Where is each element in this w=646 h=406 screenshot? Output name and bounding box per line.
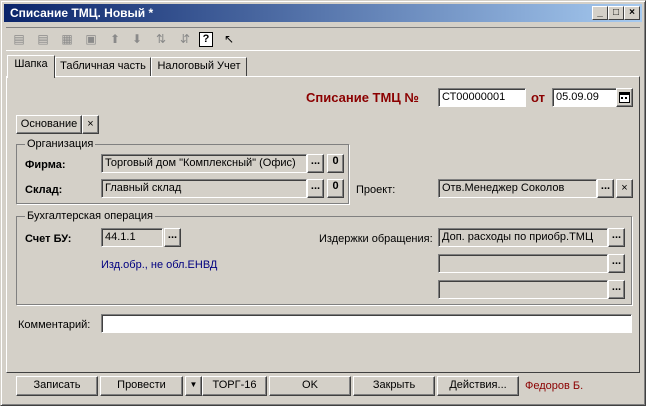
window-title: Списание ТМЦ. Новый * — [10, 6, 154, 20]
account-field[interactable]: 44.1.1 — [101, 228, 163, 247]
accounting-group-label: Бухгалтерская операция — [25, 209, 155, 223]
post-button[interactable]: Провести — [100, 376, 183, 396]
project-clear-button[interactable]: × — [616, 179, 633, 198]
edit-row-icon[interactable]: ▣ — [82, 31, 100, 48]
firm-select-button[interactable]: ... — [307, 154, 324, 173]
document-title: Списание ТМЦ № — [306, 90, 419, 105]
firm-open-button[interactable]: 0 — [327, 154, 344, 173]
post-dropdown-button[interactable]: ▼ — [185, 376, 202, 396]
document-number-field[interactable]: СТ00000001 — [438, 88, 526, 107]
basis-button[interactable]: Основание — [16, 115, 82, 134]
actions-button[interactable]: Действия... — [437, 376, 519, 396]
help-icon[interactable]: ? — [199, 32, 213, 47]
costs-select-button-2[interactable]: ... — [608, 254, 625, 273]
write-button[interactable]: Записать — [16, 376, 98, 396]
move-down-icon[interactable]: ⬇ — [128, 31, 146, 48]
date-field[interactable]: 05.09.09 — [552, 88, 618, 107]
tab-table[interactable]: Табличная часть — [55, 57, 151, 77]
warehouse-field[interactable]: Главный склад — [101, 179, 307, 198]
project-select-button[interactable]: ... — [597, 179, 614, 198]
context-help-icon[interactable]: ↖ — [220, 31, 238, 48]
toolbar: ▤ ▤ ▦ ▣ ⬆ ⬇ ⇅ ⇵ ? ↖ — [6, 27, 640, 51]
organization-group-label: Организация — [25, 137, 96, 151]
sort-asc-icon[interactable]: ⇅ — [152, 31, 170, 48]
close-button[interactable]: × — [624, 6, 640, 20]
sort-desc-icon[interactable]: ⇵ — [176, 31, 194, 48]
project-field[interactable]: Отв.Менеджер Соколов — [438, 179, 597, 198]
copy-row-icon[interactable]: ▤ — [34, 31, 52, 48]
warehouse-select-button[interactable]: ... — [307, 179, 324, 198]
account-select-button[interactable]: ... — [164, 228, 181, 247]
minimize-button[interactable]: _ — [592, 6, 608, 20]
account-label: Счет БУ: — [25, 233, 72, 245]
calendar-button[interactable] — [616, 88, 633, 107]
date-label: от — [531, 90, 545, 105]
costs-label: Издержки обращения: — [319, 233, 433, 245]
header-panel: Списание ТМЦ № СТ00000001 от 05.09.09 Ос… — [6, 76, 640, 373]
costs-select-button-3[interactable]: ... — [608, 280, 625, 299]
ok-button[interactable]: OK — [269, 376, 351, 396]
warehouse-label: Склад: — [25, 184, 63, 196]
comment-label: Комментарий: — [18, 319, 91, 331]
maximize-button[interactable]: □ — [608, 6, 624, 20]
calendar-icon — [619, 92, 630, 103]
costs-select-button[interactable]: ... — [608, 228, 625, 247]
comment-field[interactable] — [101, 314, 632, 333]
title-bar[interactable]: Списание ТМЦ. Новый * _ □ × — [4, 4, 642, 22]
torg16-button[interactable]: ТОРГ-16 — [202, 376, 267, 396]
account-description: Изд.обр., не обл.ЕНВД — [101, 259, 218, 271]
warehouse-open-button[interactable]: 0 — [327, 179, 344, 198]
firm-label: Фирма: — [25, 159, 66, 171]
move-up-icon[interactable]: ⬆ — [106, 31, 124, 48]
delete-row-icon[interactable]: ▦ — [58, 31, 76, 48]
costs-field-2[interactable] — [438, 254, 608, 273]
costs-field-3[interactable] — [438, 280, 608, 299]
project-label: Проект: — [356, 184, 396, 196]
add-row-icon[interactable]: ▤ — [10, 31, 28, 48]
document-window: Списание ТМЦ. Новый * _ □ × ▤ ▤ ▦ ▣ ⬆ ⬇ … — [0, 0, 646, 406]
tab-header[interactable]: Шапка — [7, 55, 55, 78]
close-form-button[interactable]: Закрыть — [353, 376, 435, 396]
user-name: Федоров Б. — [525, 380, 584, 392]
costs-field[interactable]: Доп. расходы по приобр.ТМЦ — [438, 228, 608, 247]
basis-clear-button[interactable]: × — [82, 115, 99, 134]
tab-tax[interactable]: Налоговый Учет — [151, 57, 247, 77]
firm-field[interactable]: Торговый дом "Комплексный" (Офис) — [101, 154, 307, 173]
